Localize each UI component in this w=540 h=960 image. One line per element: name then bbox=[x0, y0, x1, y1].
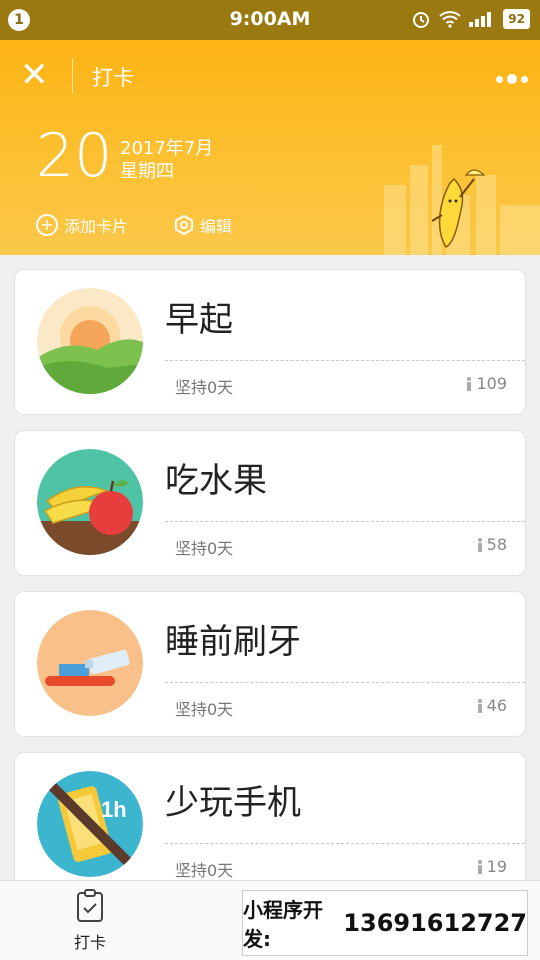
participant-count: 58 bbox=[477, 535, 507, 554]
habit-streak: 坚持0天 bbox=[175, 539, 234, 558]
participant-count-value: 58 bbox=[486, 535, 507, 554]
sunrise-illustration bbox=[37, 288, 143, 394]
habit-card-brush-teeth[interactable]: 睡前刷牙 坚持0天 46 bbox=[14, 591, 526, 737]
participant-count: 46 bbox=[477, 696, 507, 715]
fruit-illustration bbox=[37, 449, 143, 555]
header-divider bbox=[72, 58, 73, 94]
person-icon bbox=[477, 859, 482, 874]
toothbrush-illustration bbox=[37, 610, 143, 716]
tab-checkin[interactable]: 打卡 bbox=[60, 889, 120, 953]
status-bar: 1 9:00AM 92 bbox=[0, 0, 540, 40]
habit-card-less-phone[interactable]: 1h 少玩手机 坚持0天 19 bbox=[14, 752, 526, 880]
habit-streak: 坚持0天 bbox=[175, 700, 234, 719]
participant-count: 19 bbox=[477, 857, 507, 876]
wifi-icon bbox=[439, 11, 461, 28]
add-icon: + bbox=[36, 214, 58, 236]
hexagon-icon bbox=[175, 215, 193, 235]
no-phone-illustration: 1h bbox=[37, 771, 143, 877]
divider bbox=[165, 521, 525, 522]
participant-count: 109 bbox=[466, 374, 507, 393]
promo-phone: 13691612727 bbox=[343, 909, 527, 937]
habit-name: 吃水果 bbox=[165, 461, 267, 501]
city-illustration bbox=[384, 145, 540, 255]
divider bbox=[165, 682, 525, 683]
habit-name: 早起 bbox=[165, 300, 233, 340]
promo-label: 小程序开发: bbox=[243, 898, 323, 951]
person-icon bbox=[477, 698, 482, 713]
add-card-label: 添加卡片 bbox=[64, 217, 129, 236]
promo-banner: 小程序开发: 13691612727 bbox=[242, 890, 528, 956]
phone-badge: 1h bbox=[101, 797, 127, 822]
habit-name: 少玩手机 bbox=[165, 783, 301, 823]
divider bbox=[165, 360, 525, 361]
add-card-button[interactable]: + 添加卡片 bbox=[36, 213, 128, 237]
tab-label: 打卡 bbox=[73, 933, 106, 952]
alarm-icon bbox=[413, 12, 430, 28]
edit-button[interactable]: 编辑 bbox=[174, 213, 232, 237]
close-icon[interactable]: ✕ bbox=[20, 58, 52, 92]
date-day: 20 bbox=[36, 121, 113, 191]
date-weekday: 星期四 bbox=[120, 161, 174, 182]
habit-streak: 坚持0天 bbox=[175, 861, 234, 880]
habit-streak: 坚持0天 bbox=[175, 378, 234, 397]
signal-icon bbox=[469, 12, 492, 27]
participant-count-value: 46 bbox=[486, 696, 507, 715]
more-icon[interactable] bbox=[496, 74, 528, 84]
participant-count-value: 109 bbox=[476, 374, 507, 393]
person-icon bbox=[467, 376, 472, 391]
habit-name: 睡前刷牙 bbox=[165, 622, 301, 662]
participant-count-value: 19 bbox=[486, 857, 507, 876]
habit-list: 早起 坚持0天 109 吃水果 坚持0天 58 睡前刷牙 坚持0天 46 1h … bbox=[0, 255, 540, 880]
header: ✕ 打卡 20 2017年7月 星期四 + 添加卡片 编辑 bbox=[0, 40, 540, 255]
battery-indicator: 92 bbox=[503, 9, 530, 29]
divider bbox=[165, 843, 525, 844]
page-title: 打卡 bbox=[92, 66, 134, 90]
person-icon bbox=[477, 537, 482, 552]
habit-card-early-rise[interactable]: 早起 坚持0天 109 bbox=[14, 269, 526, 415]
clipboard-check-icon bbox=[77, 889, 103, 922]
habit-card-eat-fruit[interactable]: 吃水果 坚持0天 58 bbox=[14, 430, 526, 576]
edit-label: 编辑 bbox=[200, 217, 233, 236]
status-icons: 92 bbox=[411, 9, 530, 29]
